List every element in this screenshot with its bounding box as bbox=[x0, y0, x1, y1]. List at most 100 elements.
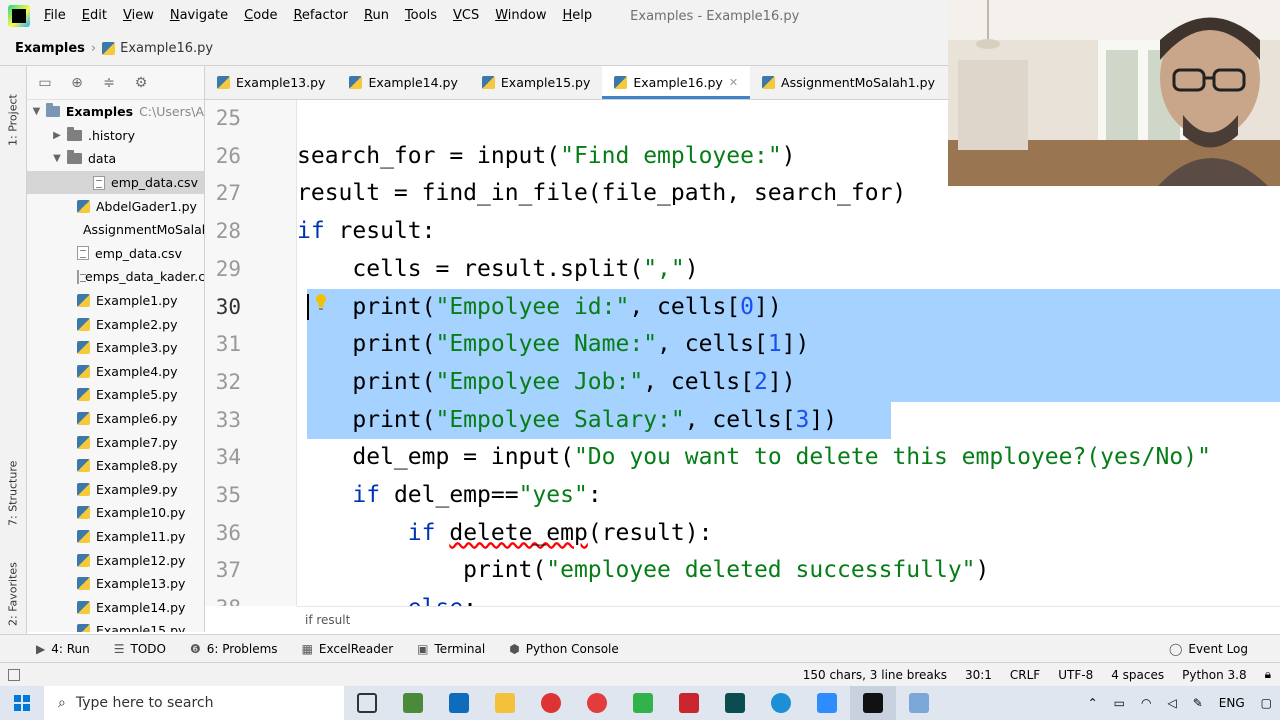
locate-icon[interactable]: ⊕ bbox=[67, 73, 87, 93]
app-icon[interactable] bbox=[390, 686, 436, 720]
network-icon[interactable]: ▭ bbox=[1106, 696, 1133, 710]
windows-start-icon[interactable] bbox=[0, 686, 44, 720]
tree-file[interactable]: emps_data_kader.csv bbox=[27, 265, 204, 289]
intention-bulb-icon[interactable] bbox=[314, 293, 328, 311]
python-console-tool-button[interactable]: ⬢ Python Console bbox=[497, 635, 631, 663]
breadcrumb-project[interactable]: Examples bbox=[15, 41, 85, 56]
breadcrumb-file[interactable]: Example16.py bbox=[120, 41, 213, 56]
chevron-up-icon[interactable]: ⌃ bbox=[1080, 696, 1106, 710]
tree-file[interactable]: Example10.py bbox=[27, 501, 204, 525]
close-icon[interactable]: ✕ bbox=[729, 76, 738, 89]
terminal-tool-button[interactable]: ▣ Terminal bbox=[405, 635, 497, 663]
status-position[interactable]: 30:1 bbox=[956, 668, 1001, 682]
run-tool-button[interactable]: ▶ 4: Run bbox=[0, 635, 102, 663]
tree-file[interactable]: Example2.py bbox=[27, 312, 204, 336]
tab-example15[interactable]: Example15.py bbox=[470, 66, 602, 99]
gear-icon[interactable]: ⚙ bbox=[131, 73, 151, 93]
menu-help[interactable]: Help bbox=[555, 0, 601, 32]
menu-file[interactable]: File bbox=[36, 0, 74, 32]
lock-icon[interactable]: 🔒︎ bbox=[1256, 667, 1280, 682]
vivaldi-icon[interactable] bbox=[574, 686, 620, 720]
collapse-all-icon[interactable]: ≑ bbox=[99, 73, 119, 93]
tree-file[interactable]: Example3.py bbox=[27, 336, 204, 360]
tree-file[interactable]: Example12.py bbox=[27, 548, 204, 572]
python-file-icon bbox=[77, 553, 90, 567]
tree-file[interactable]: Example11.py bbox=[27, 525, 204, 549]
menu-edit[interactable]: Edit bbox=[74, 0, 115, 32]
status-encoding[interactable]: UTF-8 bbox=[1049, 668, 1102, 682]
tree-file[interactable]: emp_data.csv bbox=[27, 242, 204, 266]
tree-folder-history[interactable]: ▶ .history bbox=[27, 124, 204, 148]
tree-file[interactable]: Example9.py bbox=[27, 478, 204, 502]
project-view-icon[interactable]: ▭ bbox=[35, 73, 55, 93]
tree-file[interactable]: Example4.py bbox=[27, 360, 204, 384]
edge-icon[interactable] bbox=[758, 686, 804, 720]
wifi-icon[interactable]: ◠ bbox=[1133, 696, 1159, 710]
tree-file[interactable]: Example6.py bbox=[27, 407, 204, 431]
tab-assignment-mosalah1[interactable]: AssignmentMoSalah1.py bbox=[750, 66, 947, 99]
excel-reader-tool-button[interactable]: ▦ ExcelReader bbox=[290, 635, 406, 663]
tree-file[interactable]: Example7.py bbox=[27, 430, 204, 454]
favorites-tool-tab[interactable]: 2: Favorites bbox=[3, 536, 23, 626]
task-view-icon[interactable] bbox=[344, 686, 390, 720]
menu-code[interactable]: Code bbox=[236, 0, 285, 32]
menu-window[interactable]: Window bbox=[487, 0, 554, 32]
code-breadcrumb[interactable]: if result bbox=[297, 606, 1280, 632]
tree-file-emp-data[interactable]: emp_data.csv bbox=[27, 170, 204, 195]
structure-tool-tab[interactable]: 7: Structure bbox=[3, 436, 23, 526]
menu-navigate[interactable]: Navigate bbox=[162, 0, 236, 32]
app-icon[interactable] bbox=[896, 686, 942, 720]
tab-example13[interactable]: Example13.py bbox=[205, 66, 337, 99]
chevron-down-icon[interactable]: ▼ bbox=[51, 153, 63, 164]
status-indent[interactable]: 4 spaces bbox=[1102, 668, 1173, 682]
tool-label: ExcelReader bbox=[318, 641, 394, 656]
status-selection: 150 chars, 3 line breaks bbox=[802, 667, 947, 682]
pycharm-taskbar-icon[interactable] bbox=[850, 686, 896, 720]
menu-vcs[interactable]: VCS bbox=[445, 0, 487, 32]
tree-file[interactable]: Example15.py bbox=[27, 619, 204, 632]
project-tool-tab[interactable]: 1: Project bbox=[3, 76, 23, 146]
notification-icon[interactable]: ▢ bbox=[1253, 696, 1280, 710]
line-number: 32 bbox=[215, 369, 241, 394]
acrobat-icon[interactable] bbox=[666, 686, 712, 720]
todo-tool-button[interactable]: ☰ TODO bbox=[102, 635, 178, 663]
toggle-tool-windows-icon[interactable] bbox=[8, 668, 20, 681]
pen-icon[interactable]: ✎ bbox=[1185, 696, 1211, 710]
code-text: : bbox=[587, 482, 602, 508]
tree-file[interactable]: Example1.py bbox=[27, 289, 204, 313]
tree-file[interactable]: AssignmentMoSalah1.py bbox=[27, 218, 204, 242]
menu-refactor-mnemonic: R bbox=[293, 8, 302, 23]
tree-file-label: Example11.py bbox=[96, 528, 186, 544]
zoom-icon[interactable] bbox=[804, 686, 850, 720]
code-text: search_for = input( bbox=[297, 142, 561, 169]
file-explorer-icon[interactable] bbox=[482, 686, 528, 720]
tree-file[interactable]: Example13.py bbox=[27, 572, 204, 596]
green-app-icon[interactable] bbox=[620, 686, 666, 720]
tree-file[interactable]: Example5.py bbox=[27, 383, 204, 407]
tree-file[interactable]: AbdelGader1.py bbox=[27, 194, 204, 218]
language-indicator[interactable]: ENG bbox=[1211, 696, 1253, 710]
status-interpreter[interactable]: Python 3.8 bbox=[1173, 668, 1256, 682]
problems-tool-button[interactable]: ❻ 6: Problems bbox=[178, 635, 290, 663]
mail-icon[interactable] bbox=[436, 686, 482, 720]
audition-icon[interactable] bbox=[712, 686, 758, 720]
menu-run[interactable]: Run bbox=[356, 0, 397, 32]
csv-file-icon bbox=[93, 175, 105, 190]
chevron-down-icon[interactable]: ▼ bbox=[31, 106, 42, 117]
taskbar-search[interactable]: ⌕ Type here to search bbox=[44, 686, 344, 720]
chrome-icon[interactable] bbox=[528, 686, 574, 720]
tree-root[interactable]: ▼ Examples C:\Users\A bbox=[27, 100, 204, 124]
menu-refactor[interactable]: Refactor bbox=[285, 0, 356, 32]
status-line-separator[interactable]: CRLF bbox=[1001, 668, 1049, 682]
menu-view[interactable]: View bbox=[115, 0, 162, 32]
tree-file[interactable]: Example8.py bbox=[27, 454, 204, 478]
tab-example16[interactable]: Example16.py ✕ bbox=[602, 66, 751, 99]
menu-tools[interactable]: Tools bbox=[397, 0, 445, 32]
chevron-right-icon[interactable]: ▶ bbox=[51, 130, 63, 141]
tab-example14[interactable]: Example14.py bbox=[337, 66, 469, 99]
tree-folder-data[interactable]: ▼ data bbox=[27, 147, 204, 171]
tree-file[interactable]: Example14.py bbox=[27, 595, 204, 619]
folder-icon bbox=[46, 103, 60, 118]
event-log-tool-button[interactable]: ◯ Event Log bbox=[1157, 635, 1260, 663]
volume-icon[interactable]: ◁ bbox=[1160, 696, 1185, 710]
